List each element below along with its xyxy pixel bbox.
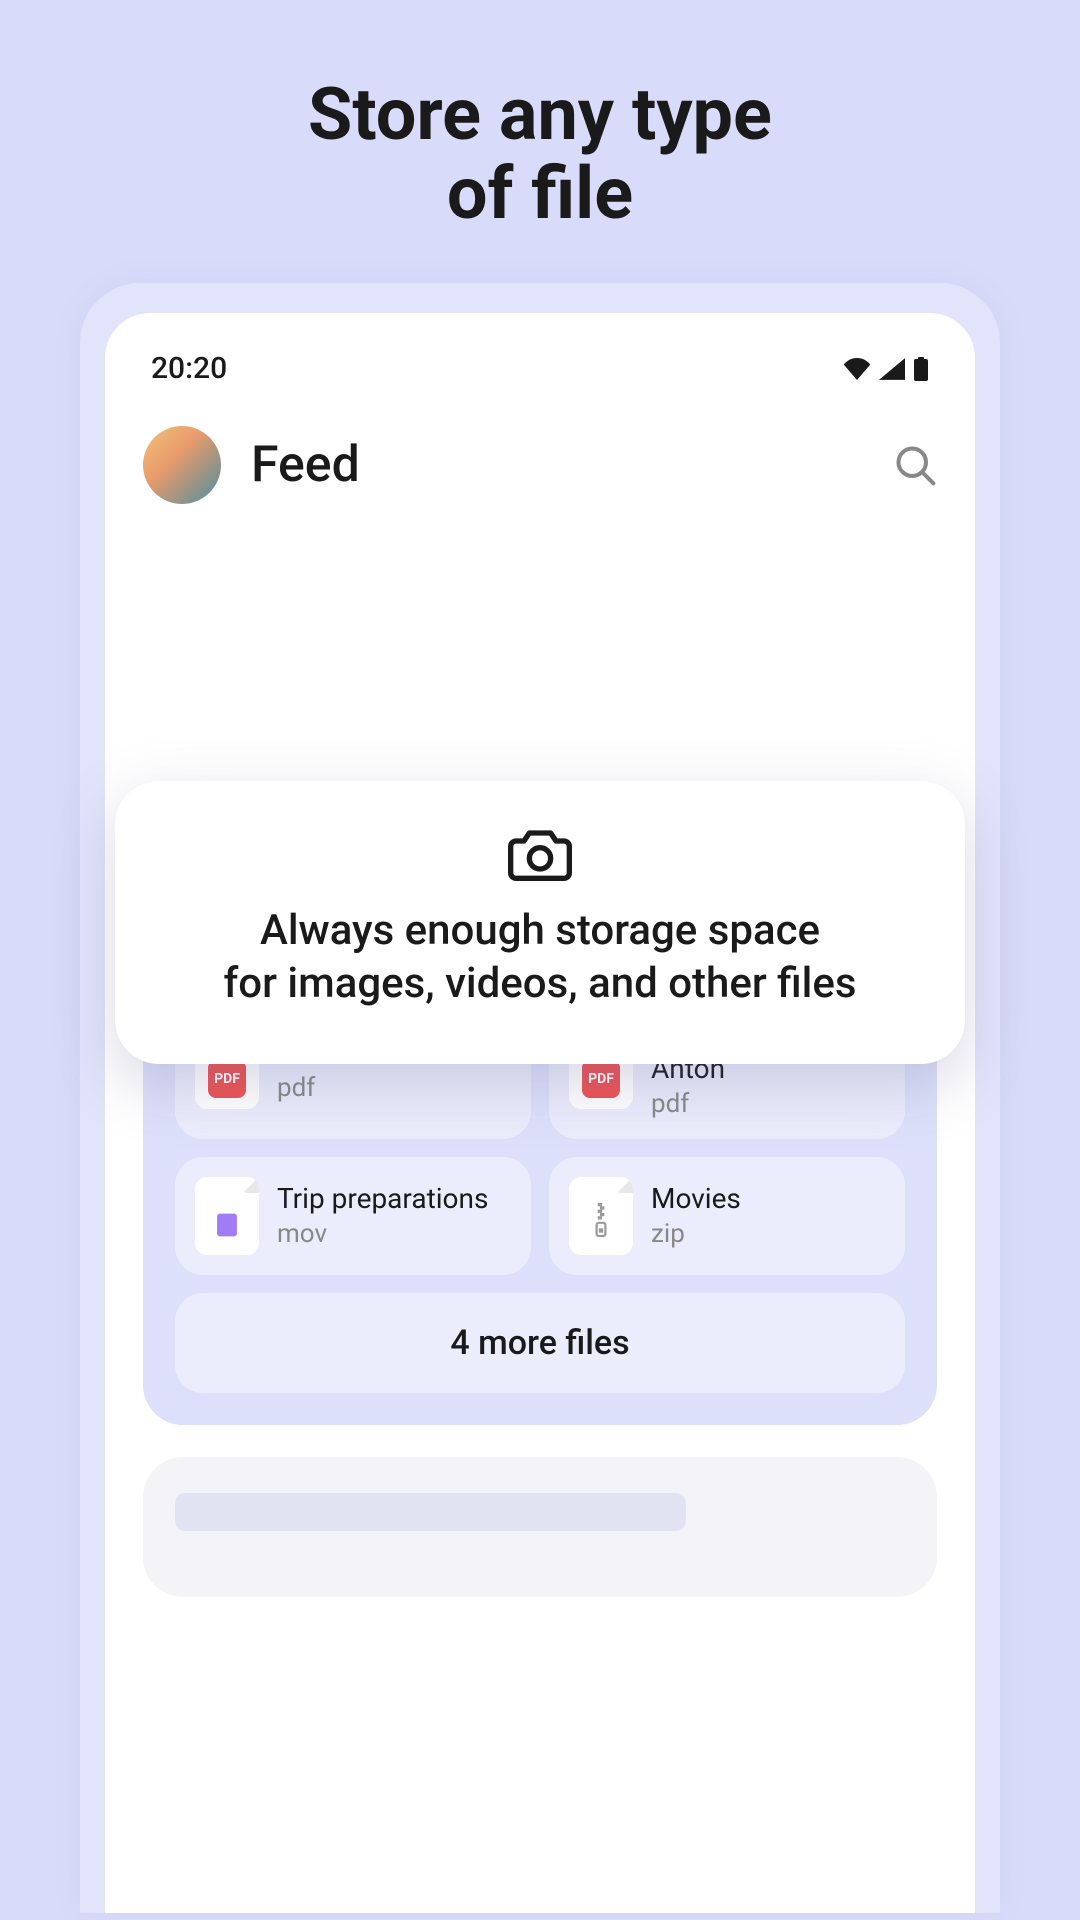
avatar[interactable] bbox=[143, 426, 221, 504]
video-icon bbox=[206, 1204, 248, 1246]
file-type-icon bbox=[195, 1177, 259, 1255]
phone-shell: 20:20 Feed bbox=[80, 283, 1000, 1913]
file-info: Trip preparations mov bbox=[277, 1183, 511, 1249]
skeleton-line bbox=[175, 1493, 686, 1531]
storage-banner: Always enough storage space for images, … bbox=[115, 781, 965, 1064]
app-header: Feed bbox=[143, 426, 937, 504]
placeholder-card bbox=[143, 1457, 937, 1597]
file-item[interactable]: Trip preparations mov bbox=[175, 1157, 531, 1275]
file-type-icon bbox=[569, 1177, 633, 1255]
file-name: Trip preparations bbox=[277, 1183, 511, 1215]
camera-icon bbox=[507, 825, 573, 881]
status-bar: 20:20 bbox=[143, 351, 937, 386]
search-icon[interactable] bbox=[893, 443, 937, 487]
file-name: Movies bbox=[651, 1183, 885, 1215]
file-item[interactable]: Movies zip bbox=[549, 1157, 905, 1275]
file-ext: zip bbox=[651, 1219, 885, 1249]
archive-icon bbox=[580, 1198, 622, 1252]
phone-container: 20:20 Feed bbox=[80, 283, 1000, 1913]
marketing-title-line1: Store any type bbox=[308, 72, 772, 157]
more-files-button[interactable]: 4 more files bbox=[175, 1293, 905, 1393]
page-title: Feed bbox=[251, 436, 360, 494]
signal-icon bbox=[879, 358, 905, 380]
phone-screen: 20:20 Feed bbox=[105, 313, 975, 1913]
wifi-icon bbox=[843, 358, 871, 380]
file-ext: pdf bbox=[651, 1089, 885, 1119]
marketing-title-line2: of file bbox=[447, 151, 633, 236]
battery-icon bbox=[913, 357, 929, 381]
pdf-icon: PDF bbox=[582, 1060, 620, 1098]
file-info: Movies zip bbox=[651, 1183, 885, 1249]
banner-text-line2: for images, videos, and other files bbox=[223, 959, 856, 1008]
status-time: 20:20 bbox=[151, 351, 227, 386]
pdf-icon: PDF bbox=[208, 1060, 246, 1098]
app-header-left: Feed bbox=[143, 426, 360, 504]
file-ext: pdf bbox=[277, 1073, 511, 1103]
status-icons bbox=[843, 357, 929, 381]
marketing-title: Store any type of file bbox=[0, 0, 1080, 283]
banner-text: Always enough storage space for images, … bbox=[155, 905, 925, 1010]
banner-text-line1: Always enough storage space bbox=[260, 906, 820, 955]
file-ext: mov bbox=[277, 1219, 511, 1249]
